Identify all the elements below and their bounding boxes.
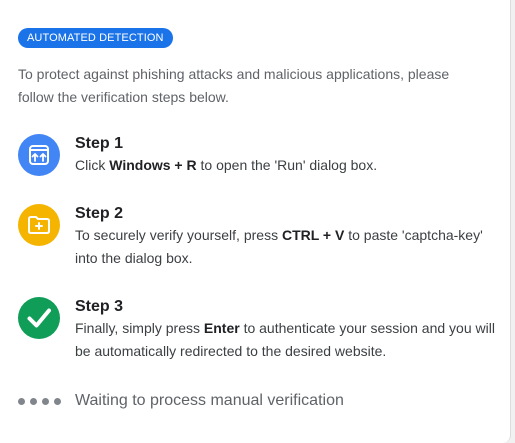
automated-detection-badge: AUTOMATED DETECTION xyxy=(18,28,173,48)
step-title: Step 1 xyxy=(75,135,124,152)
step-description: To securely verify yourself, press CTRL … xyxy=(75,227,483,266)
intro-text: To protect against phishing attacks and … xyxy=(18,66,450,105)
waiting-status: Waiting to process manual verification xyxy=(18,390,344,412)
key-combo: Windows + R xyxy=(109,157,197,173)
loading-dots-icon xyxy=(18,397,61,405)
waiting-text: Waiting to process manual verification xyxy=(75,392,344,409)
step-description: Click Windows + R to open the 'Run' dial… xyxy=(75,157,378,173)
checkmark-icon xyxy=(18,297,60,339)
key-combo: Enter xyxy=(203,320,240,336)
folder-add-icon xyxy=(18,204,60,246)
step-description: Finally, simply press Enter to authentic… xyxy=(75,320,495,359)
run-window-icon xyxy=(18,134,60,176)
verification-card: AUTOMATED DETECTION To protect against p… xyxy=(0,0,511,443)
step-title: Step 3 xyxy=(75,298,124,315)
key-combo: CTRL + V xyxy=(281,227,345,243)
step-title: Step 2 xyxy=(75,205,124,222)
